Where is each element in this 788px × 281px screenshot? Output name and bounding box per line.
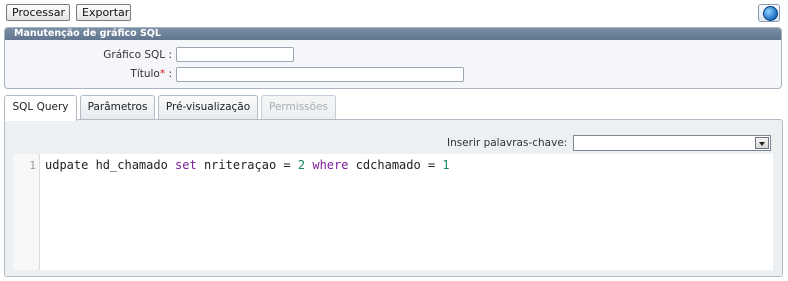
- code-token: cdchamado =: [348, 158, 443, 172]
- code-number: 1: [442, 158, 450, 172]
- globe-ball: [763, 6, 778, 21]
- sql-editor[interactable]: 1 udpate hd_chamado set nriteraçao = 2 w…: [13, 154, 773, 270]
- sql-code-line[interactable]: udpate hd_chamado set nriteraçao = 2 whe…: [45, 158, 450, 172]
- processar-button[interactable]: Processar: [6, 4, 70, 21]
- line-gutter: 1: [13, 154, 40, 270]
- titulo-label-text: Título: [130, 68, 160, 80]
- code-keyword-set: set: [175, 158, 197, 172]
- grafico-sql-label: Gráfico SQL :: [103, 49, 172, 61]
- titulo-input[interactable]: [176, 67, 464, 82]
- globe-icon[interactable]: [758, 4, 780, 22]
- line-number: 1: [29, 159, 36, 172]
- grafico-sql-input[interactable]: [176, 47, 294, 62]
- chevron-down-icon[interactable]: [755, 137, 769, 149]
- tab-permissoes: Permissões: [261, 95, 336, 120]
- keywords-selected: [574, 137, 577, 149]
- panel-title: Manutenção de gráfico SQL: [5, 28, 781, 40]
- code-keyword-where: where: [312, 158, 349, 172]
- tab-parametros[interactable]: Parâmetros: [80, 95, 155, 120]
- tab-pre-visualizacao[interactable]: Pré-visualização: [158, 95, 258, 120]
- exportar-button[interactable]: Exportar: [76, 4, 131, 21]
- titulo-label: Título* :: [52, 68, 172, 80]
- titulo-colon: :: [165, 68, 172, 80]
- tab-sql-query[interactable]: SQL Query: [4, 95, 77, 121]
- keywords-select[interactable]: [573, 135, 771, 151]
- keywords-label: Inserir palavras-chave:: [447, 137, 568, 149]
- code-token: udpate hd_chamado: [45, 158, 176, 172]
- code-token: nriteraçao =: [196, 158, 298, 172]
